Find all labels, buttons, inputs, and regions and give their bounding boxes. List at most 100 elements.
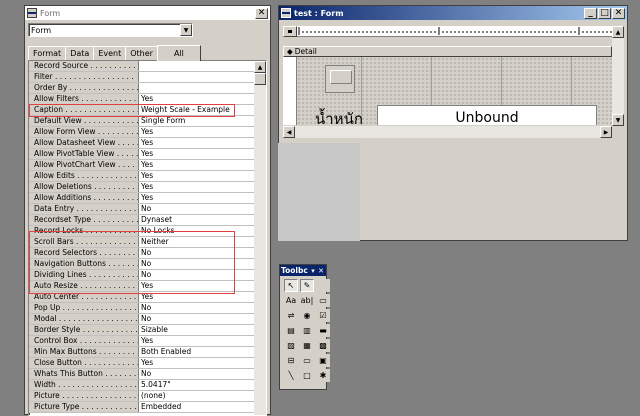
- property-value[interactable]: [139, 61, 256, 71]
- property-value[interactable]: [139, 72, 256, 82]
- property-value[interactable]: 5.0417": [139, 380, 256, 390]
- checkbox-tool[interactable]: ☑: [316, 309, 330, 322]
- property-row[interactable]: Auto Resize . . . . . . . . . . . . . Yes: [29, 281, 256, 292]
- close-icon[interactable]: ✕: [612, 7, 625, 19]
- more-controls-tool[interactable]: ✱: [316, 369, 330, 382]
- property-value[interactable]: Yes: [139, 182, 256, 192]
- form-horizontal-scrollbar[interactable]: ◀ ▶: [283, 126, 612, 138]
- label-tool[interactable]: Aa: [284, 294, 298, 307]
- maximize-icon[interactable]: □: [598, 7, 611, 19]
- option-group-tool[interactable]: ▭: [316, 294, 330, 307]
- property-value[interactable]: No: [139, 303, 256, 313]
- property-row[interactable]: Allow Additions . . . . . . . . . . Yes: [29, 193, 256, 204]
- property-value[interactable]: Neither: [139, 237, 256, 247]
- unbound-object-frame-tool[interactable]: ▦: [300, 339, 314, 352]
- property-value[interactable]: No: [139, 270, 256, 280]
- property-row[interactable]: Dividing Lines . . . . . . . . . . . . No: [29, 270, 256, 281]
- property-sheet-titlebar[interactable]: Form ✕: [25, 6, 270, 20]
- property-value[interactable]: Both Enabled: [139, 347, 256, 357]
- scroll-right-icon[interactable]: ▶: [600, 126, 612, 138]
- design-grid[interactable]: น้ำหนัก Unbound: [297, 57, 612, 125]
- command-button-tool[interactable]: ▬: [316, 324, 330, 337]
- line-tool[interactable]: ╲: [284, 369, 298, 382]
- property-value[interactable]: No: [139, 248, 256, 258]
- tab-data[interactable]: Data: [65, 46, 95, 60]
- form-vertical-scrollbar[interactable]: ▲ ▼: [612, 26, 624, 126]
- property-row[interactable]: Default View . . . . . . . . . . . . Sing…: [29, 116, 256, 127]
- object-selector-dropdown[interactable]: Form ▼: [28, 23, 193, 37]
- property-value[interactable]: Yes: [139, 193, 256, 203]
- property-row[interactable]: Scroll Bars . . . . . . . . . . . . . .N…: [29, 237, 256, 248]
- tab-format[interactable]: Format: [28, 46, 67, 60]
- scroll-up-icon[interactable]: ▲: [254, 61, 266, 73]
- property-row[interactable]: Pop Up . . . . . . . . . . . . . . . . .…: [29, 303, 256, 314]
- property-row[interactable]: Border Style . . . . . . . . . . . . . Si…: [29, 325, 256, 336]
- property-value[interactable]: Sizable: [139, 325, 256, 335]
- property-row[interactable]: Close Button . . . . . . . . . . . . . Ye…: [29, 358, 256, 369]
- scroll-down-icon[interactable]: ▼: [612, 114, 624, 126]
- form-selector[interactable]: [283, 26, 297, 37]
- property-row[interactable]: Picture . . . . . . . . . . . . . . . . …: [29, 391, 256, 402]
- tab-all[interactable]: All: [156, 45, 201, 61]
- property-value[interactable]: Yes: [139, 138, 256, 148]
- property-row[interactable]: Allow PivotChart View . . . . . . Yes: [29, 160, 256, 171]
- textbox-tool[interactable]: ab|: [300, 294, 314, 307]
- property-row[interactable]: Allow Datasheet View . . . . . . . Yes: [29, 138, 256, 149]
- property-value[interactable]: Embedded: [139, 402, 256, 412]
- bound-object-frame-tool[interactable]: ▩: [316, 339, 330, 352]
- property-value[interactable]: Yes: [139, 292, 256, 302]
- property-value[interactable]: Dynaset: [139, 215, 256, 225]
- property-row[interactable]: Picture Type . . . . . . . . . . . . . Em…: [29, 402, 256, 413]
- property-row[interactable]: Control Box . . . . . . . . . . . . . Yes: [29, 336, 256, 347]
- property-row[interactable]: Whats This Button . . . . . . . . . No: [29, 369, 256, 380]
- control-wizards-tool[interactable]: ✎: [300, 279, 314, 292]
- property-value[interactable]: No: [139, 204, 256, 214]
- minimize-icon[interactable]: _: [584, 7, 597, 19]
- property-value[interactable]: Yes: [139, 281, 256, 291]
- detail-section-bar[interactable]: ◆ Detail: [283, 46, 612, 57]
- tab-control-tool[interactable]: ▭: [300, 354, 314, 367]
- property-row[interactable]: Allow Form View . . . . . . . . . . Yes: [29, 127, 256, 138]
- property-value[interactable]: Yes: [139, 336, 256, 346]
- form-window-titlebar[interactable]: test : Form _ □ ✕: [279, 6, 627, 20]
- property-value[interactable]: Yes: [139, 171, 256, 181]
- scroll-left-icon[interactable]: ◀: [283, 126, 295, 138]
- tab-event[interactable]: Event: [93, 46, 127, 60]
- property-row[interactable]: Recordset Type . . . . . . . . . . . Dyna…: [29, 215, 256, 226]
- property-value[interactable]: Yes: [139, 149, 256, 159]
- page-break-tool[interactable]: ⊟: [284, 354, 298, 367]
- image-control[interactable]: [325, 65, 355, 93]
- property-value[interactable]: No: [139, 259, 256, 269]
- property-value[interactable]: Yes: [139, 160, 256, 170]
- property-value[interactable]: [139, 83, 256, 93]
- property-row[interactable]: Caption . . . . . . . . . . . . . . . .W…: [29, 105, 256, 116]
- toolbox-options-icon[interactable]: ▾: [309, 267, 317, 275]
- blank-tool-1[interactable]: [316, 279, 330, 292]
- property-row[interactable]: Allow PivotTable View . . . . . . Yes: [29, 149, 256, 160]
- property-value[interactable]: Weight Scale - Example: [139, 105, 256, 115]
- scrollbar-thumb[interactable]: [254, 73, 266, 85]
- property-row[interactable]: Allow Deletions . . . . . . . . . . Yes: [29, 182, 256, 193]
- property-row[interactable]: Filter . . . . . . . . . . . . . . . . .: [29, 72, 256, 83]
- property-value[interactable]: No Locks: [139, 226, 256, 236]
- property-row[interactable]: Record Locks . . . . . . . . . . . . No L…: [29, 226, 256, 237]
- property-value[interactable]: Single Form: [139, 116, 256, 126]
- property-row[interactable]: Navigation Buttons . . . . . . . . No: [29, 259, 256, 270]
- property-row[interactable]: Record Source . . . . . . . . . . . .: [29, 61, 256, 72]
- toggle-button-tool[interactable]: ⇌: [284, 309, 298, 322]
- property-value[interactable]: No: [139, 314, 256, 324]
- property-row[interactable]: Data Entry . . . . . . . . . . . . . . No: [29, 204, 256, 215]
- property-row[interactable]: Min Max Buttons . . . . . . . . . . Both …: [29, 347, 256, 358]
- property-row[interactable]: Allow Edits . . . . . . . . . . . . . Yes: [29, 171, 256, 182]
- close-icon[interactable]: ✕: [317, 267, 325, 275]
- property-value[interactable]: No: [139, 369, 256, 379]
- list-box-tool[interactable]: ▥: [300, 324, 314, 337]
- option-button-tool[interactable]: ◉: [300, 309, 314, 322]
- close-icon[interactable]: ✕: [255, 7, 268, 19]
- tab-other[interactable]: Other: [125, 46, 158, 60]
- property-value[interactable]: Yes: [139, 94, 256, 104]
- property-row[interactable]: Width . . . . . . . . . . . . . . . . . …: [29, 380, 256, 391]
- chevron-down-icon[interactable]: ▼: [180, 24, 192, 36]
- property-row[interactable]: Order By . . . . . . . . . . . . . . .: [29, 83, 256, 94]
- property-value[interactable]: (none): [139, 391, 256, 401]
